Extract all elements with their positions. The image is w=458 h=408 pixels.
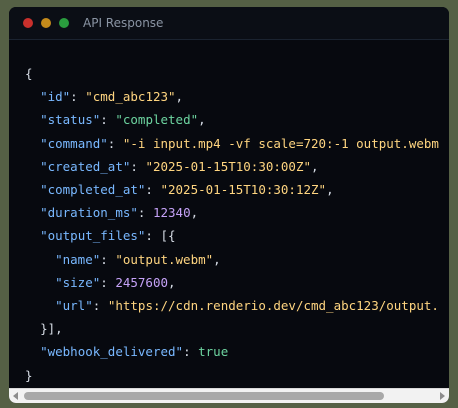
window-title: API Response [83,16,164,30]
json-value-command: "-i input.mp4 -vf scale=720:-1 output.we… [122,135,439,151]
json-key-command: "command" [40,135,108,151]
json-value-status: "completed" [115,112,199,128]
json-value-created-at: "2025-01-15T10:30:00Z" [145,158,312,174]
horizontal-scrollbar[interactable] [9,388,449,403]
title-bar: API Response [9,7,449,40]
scroll-right-arrow-icon[interactable] [440,392,445,400]
json-value-webhook-delivered: true [198,344,229,360]
json-value-completed-at: "2025-01-15T10:30:12Z" [160,182,327,198]
maximize-window-dot[interactable] [59,18,69,28]
close-brace: } [25,367,33,383]
json-key-size: "size" [55,274,101,290]
json-value-id: "cmd_abc123" [85,89,176,105]
json-key-name: "name" [55,251,101,267]
json-key-completed-at: "completed_at" [40,182,146,198]
open-brace: { [25,66,33,81]
json-value-size: 2457600 [115,274,169,290]
json-value-name: "output.webm" [115,251,214,267]
json-key-id: "id" [40,89,71,105]
scroll-left-arrow-icon[interactable] [13,392,18,400]
json-code-block: { "id": "cmd_abc123", "status": "complet… [25,66,439,383]
json-value-duration-ms: 12340 [152,205,191,221]
json-key-output-files: "output_files" [40,228,146,244]
json-key-status: "status" [40,112,101,128]
json-key-duration-ms: "duration_ms" [40,205,138,221]
json-array-close: }], [40,321,63,337]
json-code-view[interactable]: { "id": "cmd_abc123", "status": "complet… [9,40,449,389]
api-response-window: API Response { "id": "cmd_abc123", "stat… [9,7,449,403]
close-window-dot[interactable] [23,18,33,28]
json-key-webhook-delivered: "webhook_delivered" [40,344,184,360]
scrollbar-thumb[interactable] [24,392,384,400]
json-value-url: "https://cdn.renderio.dev/cmd_abc123/out… [107,298,439,314]
minimize-window-dot[interactable] [41,18,51,28]
json-key-created-at: "created_at" [40,158,131,174]
json-key-url: "url" [55,298,93,314]
json-array-open: [{ [160,228,176,244]
